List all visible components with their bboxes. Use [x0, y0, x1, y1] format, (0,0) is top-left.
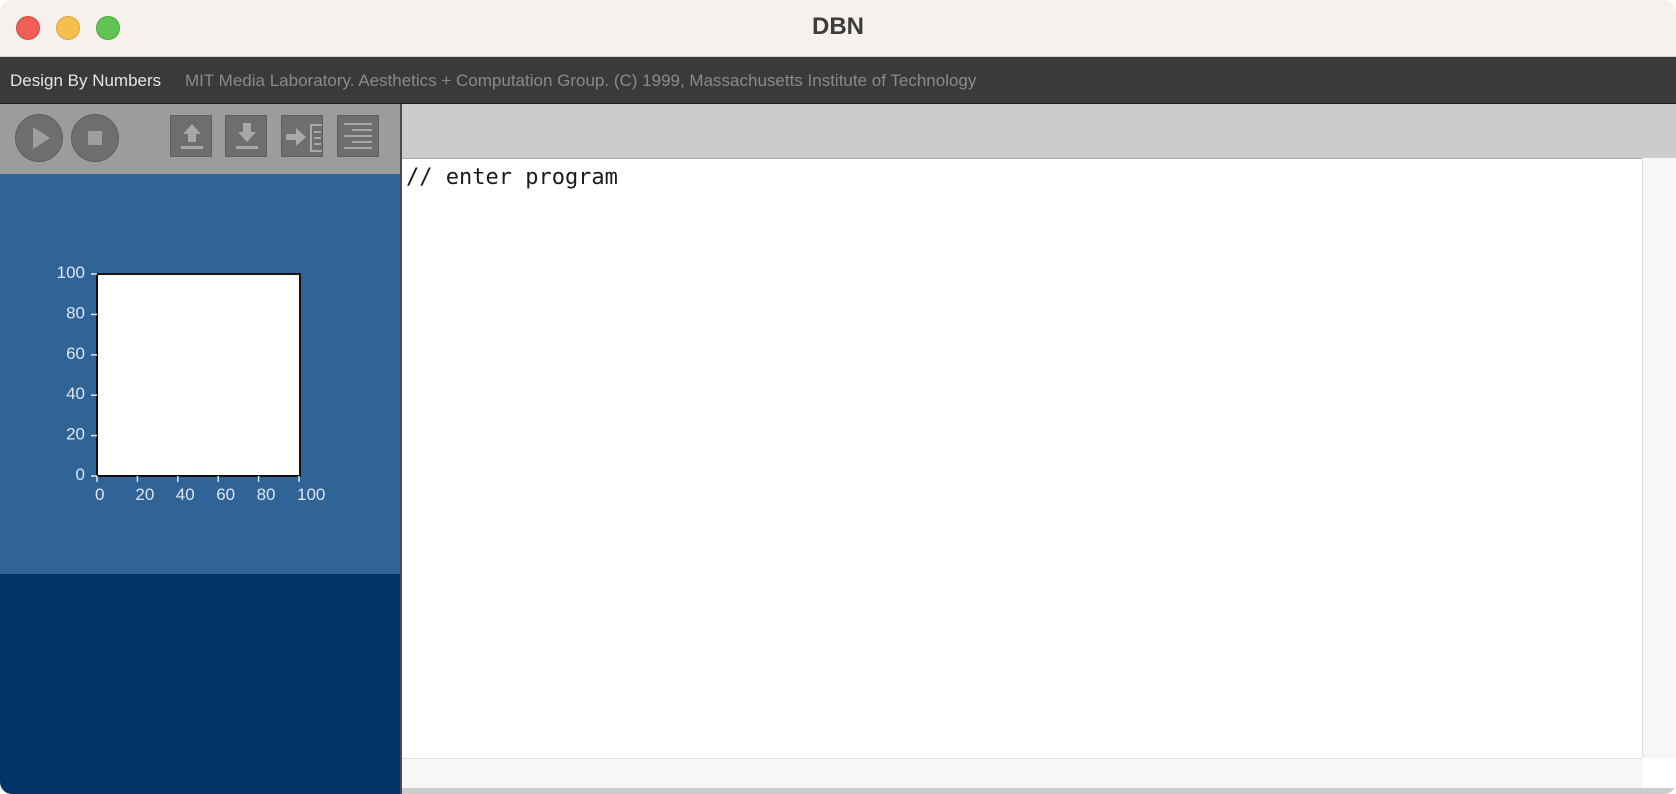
y-tick-label: 40: [66, 384, 85, 403]
x-tick-label: 0: [95, 485, 104, 504]
y-tick-label: 60: [66, 344, 85, 363]
lines-icon: [344, 123, 372, 149]
banner: Design By Numbers MIT Media Laboratory. …: [0, 57, 1676, 104]
canvas-panel: 100 80 60 40 20 0 0 20 40 60 80 100: [0, 174, 400, 574]
title-bar: DBN: [0, 0, 1676, 57]
x-tick-label: 80: [257, 485, 276, 504]
open-button[interactable]: [170, 115, 212, 157]
x-tick-label: 60: [216, 485, 235, 504]
download-icon: [236, 123, 258, 149]
x-tick-label: 40: [176, 485, 195, 504]
send-icon: [286, 124, 322, 152]
app-window: DBN Design By Numbers MIT Media Laborato…: [0, 0, 1676, 794]
x-axis: 0 20 40 60 80 100: [95, 476, 325, 504]
share-button[interactable]: [281, 115, 323, 157]
y-axis: 100 80 60 40 20 0: [57, 263, 97, 484]
x-tick-label: 20: [135, 485, 154, 504]
editor-panel: // enter program: [400, 104, 1676, 794]
stop-button[interactable]: [71, 114, 119, 162]
window-title: DBN: [812, 13, 864, 40]
print-button[interactable]: [337, 115, 379, 157]
console-panel: [0, 574, 400, 794]
editor-content[interactable]: // enter program: [406, 165, 618, 190]
play-icon: [33, 127, 50, 149]
vertical-scrollbar[interactable]: [1642, 158, 1676, 758]
code-editor[interactable]: // enter program: [402, 158, 1642, 759]
app-name: Design By Numbers: [10, 71, 162, 90]
stop-icon: [88, 131, 102, 145]
drawing-canvas[interactable]: [96, 273, 301, 477]
left-panel: 100 80 60 40 20 0 0 20 40 60 80 100: [0, 104, 400, 794]
upload-icon: [181, 124, 203, 149]
save-button[interactable]: [225, 115, 267, 157]
x-tick-label: 100: [297, 485, 325, 504]
canvas-plot: 100 80 60 40 20 0 0 20 40 60 80 100: [57, 263, 326, 504]
scrollbar-corner: [1642, 758, 1676, 788]
run-button[interactable]: [15, 114, 63, 162]
y-tick-label: 20: [66, 425, 85, 444]
toolbar: [0, 104, 400, 174]
y-tick-label: 100: [57, 263, 85, 282]
credit-text: MIT Media Laboratory. Aesthetics + Compu…: [185, 71, 977, 90]
y-tick-label: 0: [76, 465, 85, 484]
horizontal-scrollbar[interactable]: [402, 758, 1642, 788]
y-tick-label: 80: [66, 303, 85, 322]
